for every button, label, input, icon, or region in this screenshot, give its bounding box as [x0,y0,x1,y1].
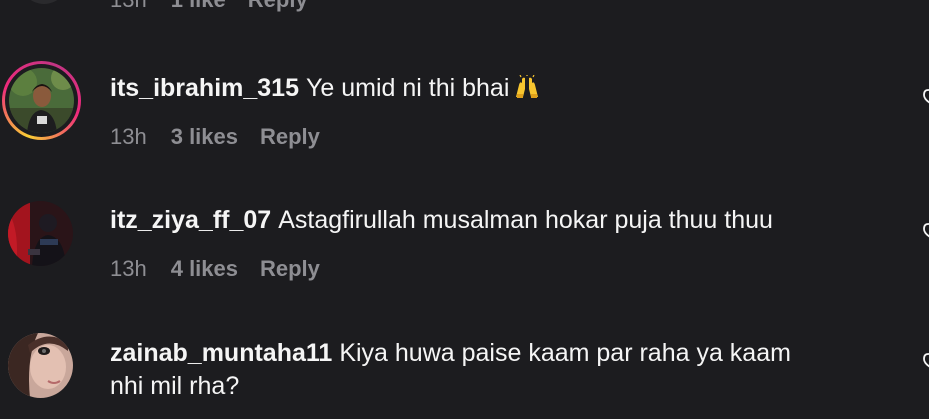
comment-body-line2: nhi mil rha? [110,372,240,400]
heart-outline-icon[interactable] [918,222,929,238]
comment-text: itz_ziya_ff_07 Astagfirullah musalman hok… [110,202,773,238]
comments-panel: 13h 1 like Reply its_ibrahim_315Ye umid ni… [0,0,929,419]
avatar[interactable] [9,68,74,133]
previous-comment-avatar[interactable] [20,0,68,4]
comment-username[interactable]: itz_ziya_ff_07 [110,206,271,234]
comment-meta: 13h 4 likes Reply [110,256,342,282]
reply-button[interactable]: Reply [260,124,320,149]
comment-text-continuation: nhi mil rha? [110,368,239,404]
previous-comment-meta: 13h 1 like Reply [110,0,330,13]
comment-username[interactable]: zainab_muntaha11 [110,339,332,367]
comment-time: 13h [110,0,147,12]
raising-hands-emoji-icon [513,73,541,109]
comment-text: its_ibrahim_315 Ye umid ni thi bhai [110,70,541,109]
comment-text: zainab_muntaha11 Kiya huwa paise kaam par… [110,335,791,371]
heart-outline-icon[interactable] [918,352,929,368]
like-count-button[interactable]: 1 like [171,0,226,12]
comment-username[interactable]: its_ibrahim_315 [110,74,299,102]
avatar[interactable] [8,201,73,266]
comment-body: Astagfirullah musalman hokar puja thuu t… [278,206,773,234]
comment-time: 13h [110,256,147,281]
like-count-button[interactable]: 4 likes [171,256,238,281]
reply-button[interactable]: Reply [260,256,320,281]
reply-button[interactable]: Reply [248,0,308,12]
comment-body: Ye umid ni thi bhai [306,74,510,102]
like-count-button[interactable]: 3 likes [171,124,238,149]
avatar[interactable] [8,333,73,398]
heart-outline-icon[interactable] [918,88,929,104]
comment-body: Kiya huwa paise kaam par raha ya kaam [339,339,791,367]
comment-meta: 13h 3 likes Reply [110,124,342,150]
comment-time: 13h [110,124,147,149]
